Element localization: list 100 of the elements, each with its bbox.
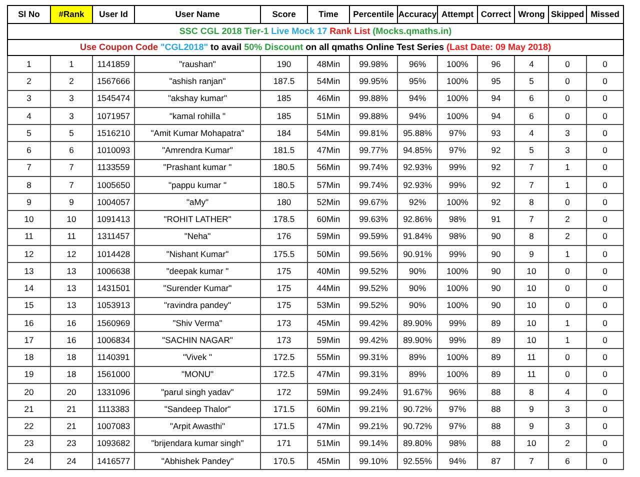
table-cell: 47Min: [308, 418, 350, 435]
table-cell: 6: [50, 142, 92, 159]
table-cell: 10: [514, 280, 548, 297]
table-cell: 176: [260, 228, 308, 246]
table-cell: 7: [514, 176, 548, 194]
column-header: Accuracy: [398, 6, 438, 24]
table-cell: 175.5: [260, 245, 308, 262]
table-cell: 45Min: [308, 314, 350, 332]
table-cell: "Neha": [134, 228, 260, 246]
table-cell: 180: [260, 194, 308, 211]
table-cell: 94%: [438, 452, 478, 470]
table-cell: 91.67%: [398, 383, 438, 400]
table-cell: 1140391: [92, 348, 134, 366]
table-cell: 100%: [438, 348, 478, 366]
table-cell: 9: [514, 418, 548, 435]
table-cell: 1: [548, 159, 586, 176]
table-cell: 88: [478, 383, 514, 400]
table-cell: 100%: [438, 262, 478, 280]
table-cell: 7: [514, 452, 548, 470]
column-header: Wrong: [514, 6, 548, 24]
table-cell: 1: [548, 245, 586, 262]
table-cell: 5: [514, 142, 548, 159]
table-cell: 1545474: [92, 90, 134, 108]
table-cell: 5: [514, 72, 548, 90]
table-cell: 99.21%: [350, 400, 398, 418]
table-cell: 1006638: [92, 262, 134, 280]
table-cell: 180.5: [260, 159, 308, 176]
table-cell: 175: [260, 297, 308, 314]
table-cell: 89%: [398, 348, 438, 366]
table-cell: 54Min: [308, 124, 350, 142]
table-cell: 92: [478, 142, 514, 159]
table-cell: 1331096: [92, 383, 134, 400]
table-cell: 47Min: [308, 142, 350, 159]
table-cell: "Amit Kumar Mohapatra": [134, 124, 260, 142]
table-cell: "ravindra pandey": [134, 297, 260, 314]
table-cell: 0: [586, 383, 624, 400]
table-cell: 59Min: [308, 332, 350, 349]
table-cell: 94%: [398, 107, 438, 124]
table-cell: "deepak kumar ": [134, 262, 260, 280]
table-cell: 2: [50, 72, 92, 90]
table-cell: 47Min: [308, 366, 350, 384]
table-cell: "Vivek ": [134, 348, 260, 366]
table-cell: 90: [478, 280, 514, 297]
table-cell: 0: [548, 194, 586, 211]
table-cell: 99.52%: [350, 280, 398, 297]
table-cell: 1567666: [92, 72, 134, 90]
table-cell: 99.42%: [350, 314, 398, 332]
table-cell: 97%: [438, 400, 478, 418]
table-cell: 9: [8, 194, 50, 211]
table-cell: 99.88%: [350, 90, 398, 108]
table-cell: "Prashant kumar ": [134, 159, 260, 176]
table-cell: 0: [548, 72, 586, 90]
table-cell: 99.67%: [350, 194, 398, 211]
table-cell: 97%: [438, 124, 478, 142]
table-cell: 1091413: [92, 210, 134, 228]
table-cell: 13: [50, 280, 92, 297]
table-cell: 23: [50, 435, 92, 452]
table-cell: 0: [586, 366, 624, 384]
column-header: Missed: [586, 6, 624, 24]
table-cell: 0: [586, 280, 624, 297]
column-header: Correct: [478, 6, 514, 24]
table-cell: 99.77%: [350, 142, 398, 159]
table-cell: 92: [478, 176, 514, 194]
table-cell: 100%: [438, 56, 478, 73]
table-cell: 3: [50, 90, 92, 108]
table-cell: 181.5: [260, 142, 308, 159]
table-cell: 1093682: [92, 435, 134, 452]
table-cell: 2: [548, 210, 586, 228]
table-cell: 20: [8, 383, 50, 400]
table-cell: 9: [514, 245, 548, 262]
table-cell: 10: [50, 210, 92, 228]
table-cell: 3: [548, 142, 586, 159]
table-cell: 14: [8, 280, 50, 297]
table-cell: 99.95%: [350, 72, 398, 90]
column-header: #Rank: [50, 6, 92, 24]
table-cell: 89.90%: [398, 314, 438, 332]
table-cell: 89.80%: [398, 435, 438, 452]
table-cell: "Shiv Verma": [134, 314, 260, 332]
table-cell: 185: [260, 90, 308, 108]
table-cell: 1561000: [92, 366, 134, 384]
table-cell: 21: [50, 400, 92, 418]
table-cell: 173: [260, 332, 308, 349]
table-cell: 95: [478, 72, 514, 90]
table-cell: 99.52%: [350, 297, 398, 314]
table-cell: 99%: [438, 314, 478, 332]
table-cell: 60Min: [308, 400, 350, 418]
table-cell: 94.85%: [398, 142, 438, 159]
table-cell: 1004057: [92, 194, 134, 211]
table-cell: 187.5: [260, 72, 308, 90]
table-cell: "SACHIN NAGAR": [134, 332, 260, 349]
table-cell: 1: [548, 332, 586, 349]
table-cell: 171: [260, 435, 308, 452]
table-cell: 172: [260, 383, 308, 400]
table-cell: 90: [478, 297, 514, 314]
table-cell: 1516210: [92, 124, 134, 142]
table-cell: 6: [548, 452, 586, 470]
table-cell: 10: [514, 435, 548, 452]
table-cell: "pappu kumar ": [134, 176, 260, 194]
table-cell: 89: [478, 314, 514, 332]
table-cell: 88: [478, 418, 514, 435]
